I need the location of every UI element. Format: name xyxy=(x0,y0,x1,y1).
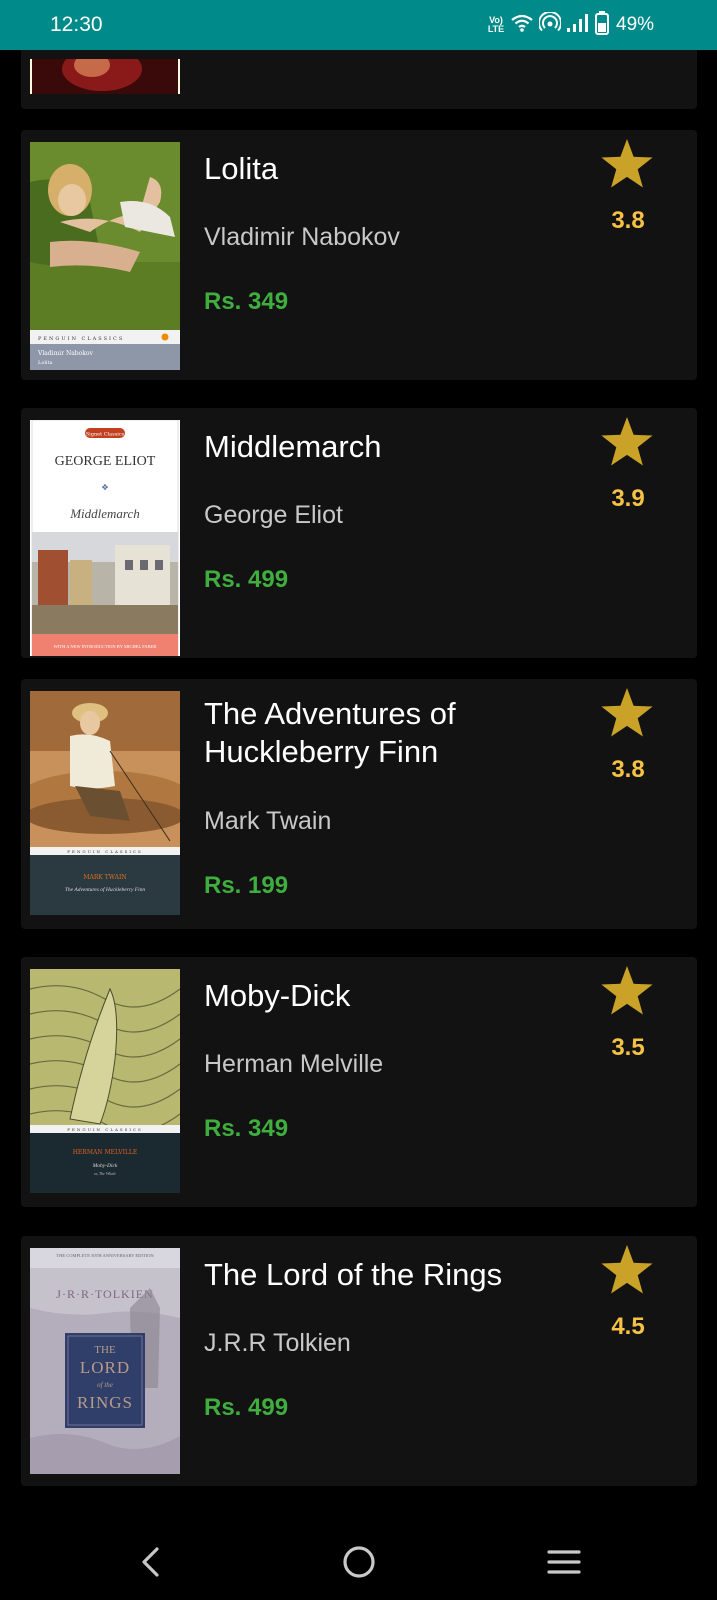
book-list[interactable]: PENGUIN CLASSICS Vladimir Nabokov Lolita… xyxy=(0,50,717,1522)
cover-title: Lolita xyxy=(38,360,53,366)
battery-icon xyxy=(595,10,609,40)
cover-series: PENGUIN CLASSICS xyxy=(67,1127,142,1132)
book-price: Rs. 499 xyxy=(204,1394,289,1421)
book-title: Middlemarch xyxy=(204,429,382,464)
book-author: Mark Twain xyxy=(204,807,332,835)
book-cover: THE COMPLETE 50TH ANNIVERSARY EDITION J·… xyxy=(30,1248,180,1474)
book-price: Rs. 499 xyxy=(204,566,289,593)
cover-series: PENGUIN CLASSICS xyxy=(38,336,124,342)
cover-intro: WITH A NEW INTRODUCTION BY MICHEL FABER xyxy=(54,644,157,649)
book-rating: 4.5 xyxy=(611,1313,645,1340)
back-button[interactable] xyxy=(128,1542,172,1582)
star-icon xyxy=(601,1245,653,1294)
cover-banner: THE COMPLETE 50TH ANNIVERSARY EDITION xyxy=(56,1253,154,1258)
book-title: The Adventures of Huckleberry Finn xyxy=(204,696,456,769)
status-time: 12:30 xyxy=(50,13,103,36)
menu-icon xyxy=(547,1550,581,1574)
home-button[interactable] xyxy=(337,1542,381,1582)
book-author: J.R.R Tolkien xyxy=(204,1329,351,1357)
cover-author: HERMAN MELVILLE xyxy=(73,1149,138,1156)
book-card[interactable]: Signet Classics GEORGE ELIOT ✥ Middlemar… xyxy=(21,408,697,658)
volte-lte-icon: Vo) LTE xyxy=(486,16,506,34)
lte-label: LTE xyxy=(487,24,505,34)
navigation-bar xyxy=(0,1522,717,1600)
book-rating: 3.8 xyxy=(611,756,645,783)
book-cover: PENGUIN CLASSICS HERMAN MELVILLE Moby-Di… xyxy=(30,969,180,1193)
cover-author: MARK TWAIN xyxy=(83,874,126,881)
cover-title-3: of the xyxy=(97,1381,113,1389)
recents-button[interactable] xyxy=(542,1542,586,1582)
star-icon xyxy=(601,139,653,188)
cover-title-4: RINGS xyxy=(77,1393,133,1412)
hotspot-icon xyxy=(538,10,562,39)
cover-author: Vladimir Nabokov xyxy=(37,350,94,357)
book-title: The Lord of the Rings xyxy=(204,1257,503,1292)
svg-text:✥: ✥ xyxy=(102,483,109,492)
book-author: Herman Melville xyxy=(204,1050,384,1078)
star-icon xyxy=(601,417,653,466)
cover-title: Middlemarch xyxy=(69,506,140,521)
wifi-icon xyxy=(510,13,534,38)
star-icon xyxy=(601,688,653,737)
status-icons: Vo) LTE 49% xyxy=(486,10,655,40)
book-cover: Signet Classics GEORGE ELIOT ✥ Middlemar… xyxy=(30,420,180,656)
book-price: Rs. 199 xyxy=(204,872,289,899)
book-cover: PENGUIN CLASSICS MARK TWAIN The Adventur… xyxy=(30,691,180,915)
home-icon xyxy=(343,1546,375,1578)
book-card[interactable]: THE COMPLETE 50TH ANNIVERSARY EDITION J·… xyxy=(21,1236,697,1486)
cover-author: GEORGE ELIOT xyxy=(55,454,156,469)
book-author: Vladimir Nabokov xyxy=(204,223,400,251)
book-rating: 3.8 xyxy=(611,207,645,234)
book-card[interactable]: PENGUIN CLASSICS Vladimir Nabokov Lolita… xyxy=(21,130,697,380)
star-icon xyxy=(601,966,653,1015)
cover-title-1: THE xyxy=(94,1344,116,1356)
book-cover: PENGUIN CLASSICS Vladimir Nabokov Lolita xyxy=(30,142,180,370)
book-card[interactable]: PENGUIN CLASSICS HERMAN MELVILLE Moby-Di… xyxy=(21,957,697,1207)
signal-icon xyxy=(566,13,590,38)
book-cover-partial xyxy=(30,59,180,94)
cover-series: Signet Classics xyxy=(86,432,125,438)
cover-title-2: LORD xyxy=(80,1358,130,1377)
book-card-partial[interactable] xyxy=(21,50,697,109)
cover-title: Moby-Dick xyxy=(92,1163,118,1169)
book-rating: 3.5 xyxy=(611,1034,645,1061)
book-title: Moby-Dick xyxy=(204,978,351,1013)
battery-percent: 49% xyxy=(616,14,655,35)
book-price: Rs. 349 xyxy=(204,288,289,315)
back-icon xyxy=(142,1547,159,1577)
book-price: Rs. 349 xyxy=(204,1115,289,1142)
book-rating: 3.9 xyxy=(611,485,645,512)
status-bar: 12:30 Vo) LTE 49% xyxy=(0,0,717,50)
book-author: George Eliot xyxy=(204,501,343,529)
book-title: Lolita xyxy=(204,151,279,186)
cover-title: The Adventures of Huckleberry Finn xyxy=(65,886,146,893)
book-card[interactable]: PENGUIN CLASSICS MARK TWAIN The Adventur… xyxy=(21,679,697,929)
cover-series: PENGUIN CLASSICS xyxy=(67,849,142,854)
